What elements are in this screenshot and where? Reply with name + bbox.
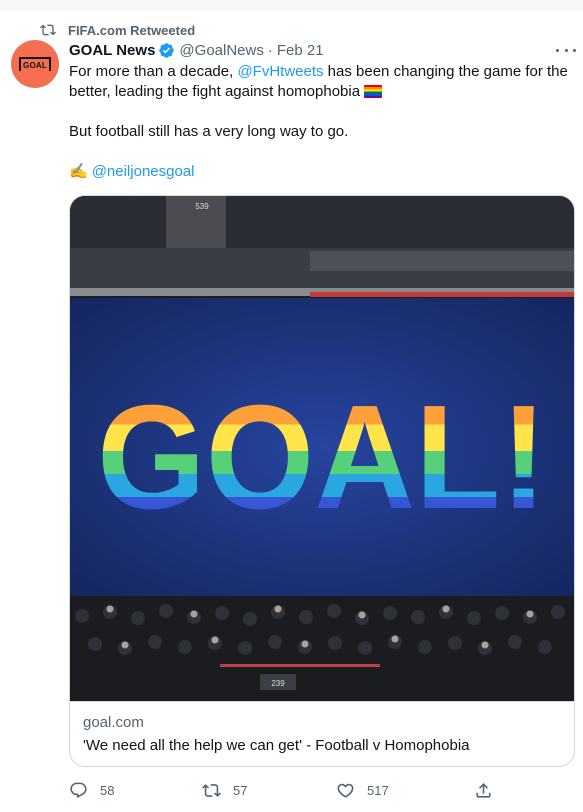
- writing-hand-icon: ✍️: [69, 163, 88, 180]
- card-domain: goal.com: [83, 714, 144, 731]
- author-handle[interactable]: @GoalNews: [179, 42, 263, 59]
- tweet-header: GOAL News @GoalNews · Feb 21: [69, 40, 324, 60]
- more-dot: [556, 48, 559, 52]
- tweet-date[interactable]: Feb 21: [277, 42, 324, 59]
- stand-number-top: 539: [195, 202, 209, 211]
- avatar[interactable]: GOAL: [11, 40, 59, 88]
- goal-logo: GOAL: [19, 57, 51, 71]
- more-options-icon[interactable]: [556, 42, 576, 58]
- card-image: 539 GOAL! 239: [70, 196, 574, 701]
- mention-fvhtweets-link[interactable]: @FvHtweets: [237, 63, 323, 80]
- more-dot: [573, 48, 576, 52]
- share-icon: [476, 782, 491, 798]
- retweet-banner-label: FIFA.com Retweeted: [68, 22, 196, 38]
- reply-icon: [70, 782, 87, 798]
- rainbow-flag-icon: [364, 85, 383, 98]
- verified-badge-icon[interactable]: [158, 42, 175, 59]
- mention-neiljonesgoal-link[interactable]: @neiljonesgoal: [92, 163, 195, 180]
- more-dot: [564, 48, 568, 52]
- reply-button[interactable]: 58: [69, 778, 114, 802]
- retweet-icon: [202, 783, 221, 797]
- tweet-text: For more than a decade, @FvHtweets has b…: [69, 62, 574, 182]
- goal-screen-text: GOAL!: [97, 375, 547, 540]
- retweet-button[interactable]: 57: [202, 778, 247, 802]
- tweet-paragraph-3: ✍️ @neiljonesgoal: [69, 162, 574, 182]
- header-separator: ·: [267, 41, 273, 59]
- tweet-text-pre: For more than a decade,: [69, 63, 238, 80]
- stand-number-bottom: 239: [271, 679, 285, 688]
- top-divider: [0, 0, 583, 10]
- retweet-count: 57: [233, 782, 248, 798]
- share-button[interactable]: [474, 778, 493, 802]
- like-count: 517: [367, 782, 389, 798]
- retweet-icon: [40, 24, 56, 36]
- like-button[interactable]: 517: [336, 778, 389, 802]
- tweet-actions: 58 57 517: [69, 778, 499, 802]
- author-name[interactable]: GOAL News: [69, 42, 155, 59]
- heart-icon: [337, 783, 354, 798]
- tweet-paragraph-1: For more than a decade, @FvHtweets has b…: [69, 62, 574, 102]
- card-meta: goal.com 'We need all the help we can ge…: [70, 701, 574, 766]
- reply-count: 58: [100, 782, 115, 798]
- tweet-paragraph-2: But football still has a very long way t…: [69, 123, 349, 140]
- retweet-banner[interactable]: FIFA.com Retweeted: [40, 20, 195, 40]
- card-title: 'We need all the help we can get' - Foot…: [83, 737, 470, 754]
- link-preview-card[interactable]: 539 GOAL! 239 goal.com 'We need all the …: [69, 195, 575, 767]
